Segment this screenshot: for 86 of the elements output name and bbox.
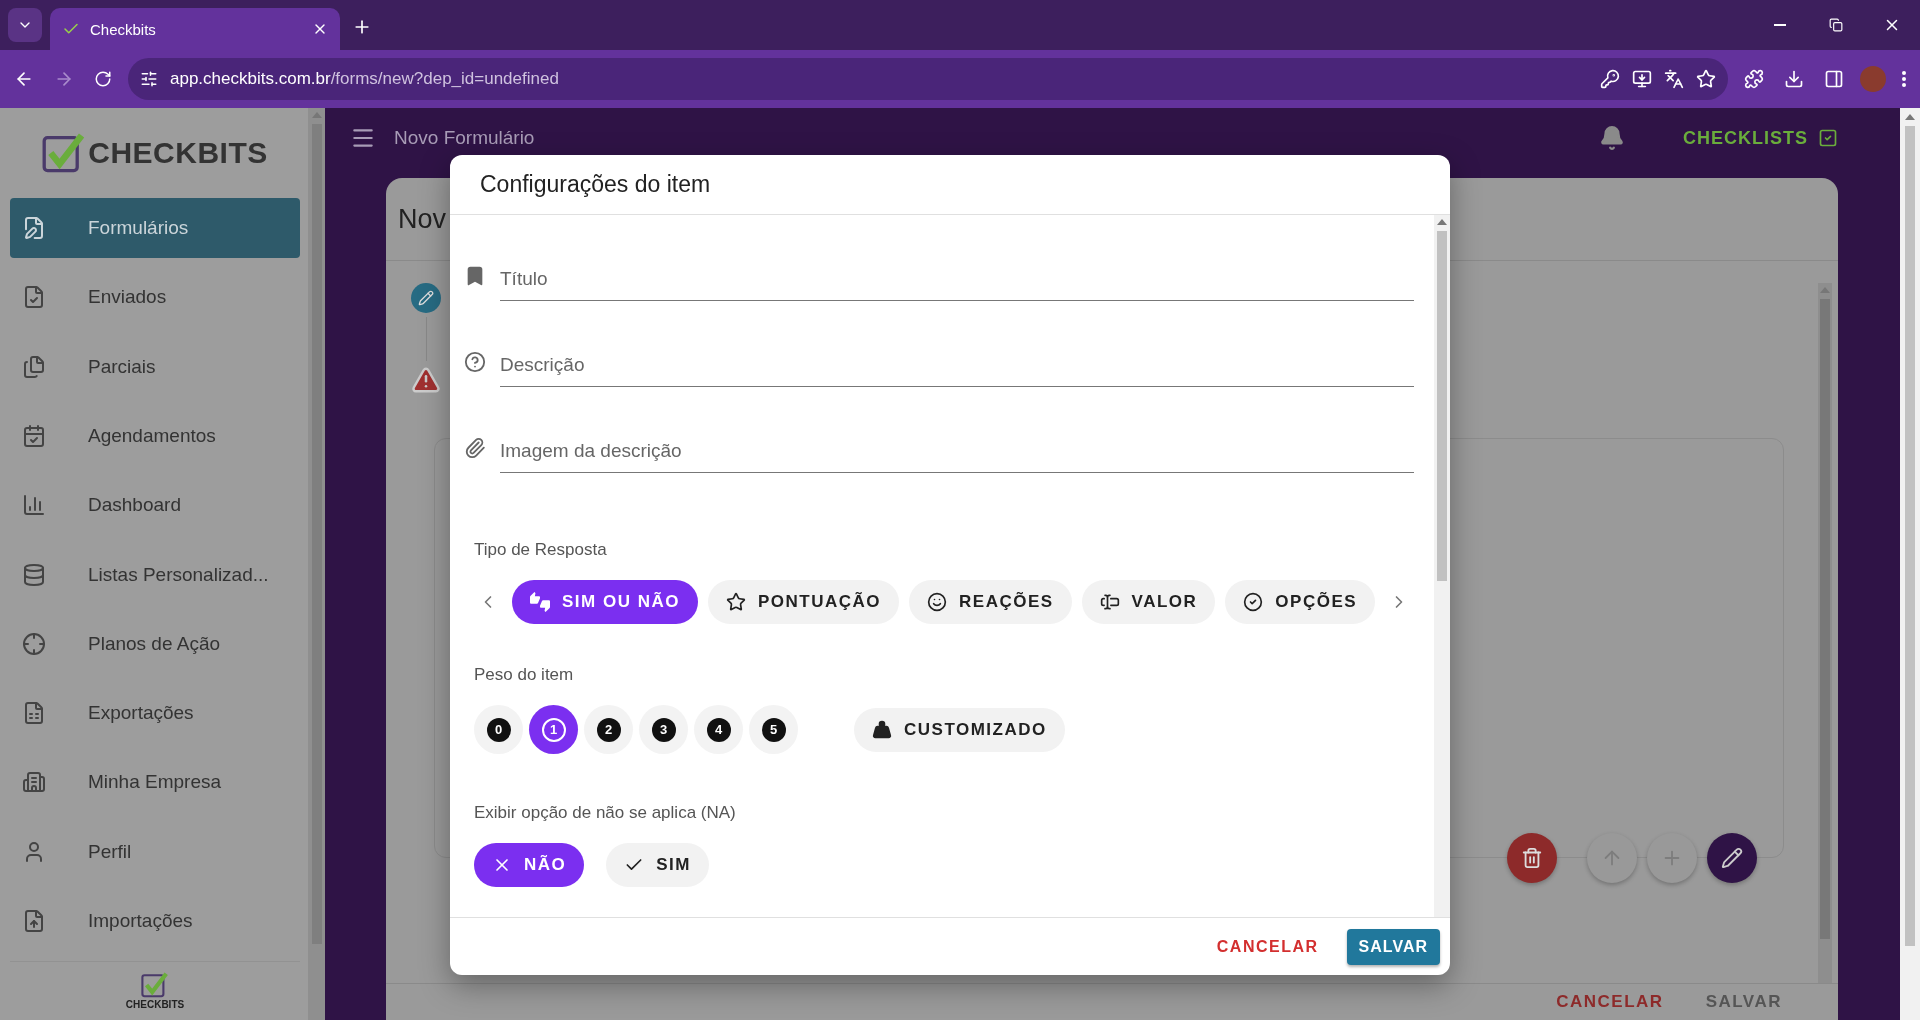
- document-pen-icon: [22, 215, 46, 240]
- edit-step-button[interactable]: [411, 283, 441, 313]
- sidebar-item[interactable]: Parciais: [10, 336, 300, 397]
- na-option-chip[interactable]: SIM: [606, 843, 709, 887]
- footer-logo-text: CHECKBITS: [125, 999, 185, 1011]
- sidebar-item[interactable]: Exportações: [10, 683, 300, 743]
- weight-option[interactable]: 2: [584, 705, 633, 754]
- pencil-icon: [418, 290, 434, 306]
- save-button[interactable]: SALVAR: [1346, 928, 1440, 965]
- delete-button[interactable]: [1507, 833, 1557, 883]
- scrollbar[interactable]: [1900, 108, 1920, 1020]
- section-label: Exibir opção de não se aplica (NA): [474, 803, 737, 823]
- sidebar-item[interactable]: Importações: [10, 891, 300, 951]
- text-field[interactable]: Descrição: [500, 354, 1414, 387]
- star-icon: [725, 592, 746, 612]
- weight-icon: [872, 719, 892, 740]
- scrollbar[interactable]: [308, 108, 325, 1020]
- answer-type-chip[interactable]: OPÇÕES: [1225, 580, 1376, 624]
- building-icon: [22, 770, 46, 795]
- answer-type-chip[interactable]: PONTUAÇÃO: [707, 580, 899, 624]
- file-upload-icon: [22, 909, 46, 934]
- checkbox-icon: [1818, 128, 1838, 148]
- side-panel-icon: [1824, 69, 1844, 89]
- calendar-check-icon: [22, 423, 46, 448]
- scrollbar[interactable]: [1434, 215, 1450, 917]
- checklists-link[interactable]: CHECKLISTS: [1683, 127, 1838, 149]
- weight-option[interactable]: 1: [529, 705, 578, 754]
- minimize-icon: [1774, 24, 1786, 26]
- star-icon[interactable]: [1696, 69, 1716, 89]
- translate-icon[interactable]: [1664, 69, 1684, 89]
- weight-option[interactable]: 0: [474, 705, 523, 754]
- answer-type-chip[interactable]: VALOR: [1081, 580, 1216, 624]
- section-label: Tipo de Resposta: [474, 540, 608, 560]
- bell-icon[interactable]: [1599, 125, 1625, 151]
- sidebar-item[interactable]: Planos de Ação: [10, 614, 300, 674]
- sidebar-item[interactable]: Minha Empresa: [10, 752, 300, 813]
- section-label: Peso do item: [474, 665, 575, 685]
- logo-icon: [141, 971, 169, 1000]
- crosshair-icon: [22, 631, 46, 656]
- weight-option[interactable]: 4: [694, 705, 743, 754]
- document-check-icon: [22, 285, 46, 310]
- sidebar-item[interactable]: Formulários: [10, 198, 300, 258]
- install-icon[interactable]: [1632, 69, 1652, 89]
- sidebar-item[interactable]: Enviados: [10, 267, 300, 327]
- sidebar-item[interactable]: Agendamentos: [10, 406, 300, 466]
- key-icon[interactable]: [1600, 69, 1620, 89]
- answer-type-chip[interactable]: REAÇÕES: [909, 580, 1072, 624]
- pencil-icon: [1721, 847, 1743, 869]
- restore-icon: [1829, 18, 1843, 32]
- thumbs-icon: [530, 592, 550, 612]
- answer-type-chip[interactable]: SIM OU NÃO: [512, 580, 698, 624]
- logo-text: CHECKBITS: [88, 135, 268, 170]
- page-title: Novo Formulário: [394, 127, 536, 149]
- download-icon: [1784, 69, 1804, 89]
- help-icon: [464, 351, 486, 373]
- weight-option[interactable]: 3: [639, 705, 688, 754]
- trash-icon: [1521, 847, 1543, 869]
- check-circle-icon: [1243, 592, 1264, 612]
- database-icon: [22, 562, 46, 587]
- files-icon: [22, 354, 46, 379]
- scrollbar[interactable]: [1818, 283, 1832, 983]
- puzzle-icon: [1744, 69, 1764, 89]
- tab-list-button[interactable]: [8, 8, 42, 42]
- edit-button[interactable]: [1707, 833, 1757, 883]
- card-title: Nov: [398, 203, 446, 235]
- cancel-button[interactable]: CANCELAR: [1208, 929, 1327, 964]
- weight-option[interactable]: 5: [749, 705, 798, 754]
- site-info-icon[interactable]: [140, 70, 158, 88]
- spreadsheet-icon: [22, 701, 46, 726]
- sidebar-item[interactable]: Dashboard: [10, 475, 300, 535]
- na-option-chip[interactable]: NÃO: [474, 843, 585, 887]
- warning-icon: [411, 365, 441, 395]
- custom-weight-chip[interactable]: CUSTOMIZADO: [854, 707, 1065, 752]
- address-bar[interactable]: app.checkbits.com.br/forms/new?dep_id=undefined: [128, 58, 1728, 100]
- text-field[interactable]: Imagem da descrição: [500, 440, 1414, 473]
- text-input-icon: [1099, 592, 1120, 612]
- browser-tab[interactable]: Checkbits: [50, 8, 340, 50]
- more-icon: [1902, 71, 1906, 87]
- text-field[interactable]: Título: [500, 268, 1414, 301]
- reload-icon: [94, 70, 112, 88]
- smiley-icon: [927, 592, 947, 612]
- sidebar-item[interactable]: Listas Personalizad...: [10, 544, 300, 605]
- dialog-title: Configurações do item: [480, 171, 711, 198]
- bar-chart-icon: [22, 493, 46, 518]
- paperclip-icon: [464, 437, 486, 459]
- sidebar-item[interactable]: Perfil: [10, 822, 300, 882]
